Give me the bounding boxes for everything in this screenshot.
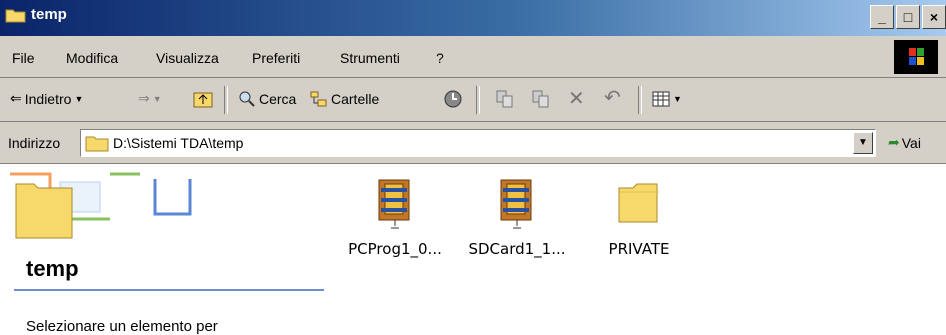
zip-archive-icon (500, 179, 532, 229)
chevron-down-icon: ▼ (74, 93, 84, 104)
folder-icon (85, 136, 109, 152)
folder-item[interactable]: PRIVATE (584, 174, 694, 284)
chevron-down-icon: ▼ (673, 94, 682, 104)
back-button[interactable]: ⇐ Indietro ▼ (10, 90, 83, 107)
zip-archive-icon (378, 179, 410, 229)
address-dropdown-button[interactable]: ▼ (853, 132, 873, 154)
toolbar: ⇐ Indietro ▼ ⇒ ▼ Cerca Cartelle ✕ ↶ ▼ (0, 78, 946, 122)
go-label: Vai (901, 134, 921, 151)
folder-icon (618, 183, 659, 223)
menu-visualizza[interactable]: Visualizza (156, 50, 219, 66)
folders-tree-icon (310, 91, 327, 107)
address-path: D:\Sistemi TDA\temp (113, 135, 244, 151)
go-button[interactable]: ➦ Vai (888, 134, 921, 151)
address-input[interactable]: D:\Sistemi TDA\temp ▼ (80, 129, 876, 157)
menu-modifica[interactable]: Modifica (66, 50, 118, 66)
copy-to-icon[interactable] (530, 88, 552, 110)
folders-button[interactable]: Cartelle (310, 90, 379, 108)
address-bar: Indirizzo D:\Sistemi TDA\temp ▼ ➦ Vai (0, 122, 946, 164)
move-to-icon[interactable] (494, 88, 516, 110)
history-icon[interactable] (442, 88, 464, 110)
folder-view: temp Selezionare un elemento per PCProg1… (0, 164, 946, 335)
sidebar-description: Selezionare un elemento per (26, 318, 218, 335)
search-button[interactable]: Cerca (238, 90, 296, 108)
file-name: SDCard1_1... (468, 240, 566, 258)
back-label: Indietro (24, 90, 72, 107)
menu-bar: File Modifica Visualizza Preferiti Strum… (0, 36, 946, 78)
forward-button[interactable]: ⇒ ▼ (138, 90, 162, 107)
search-label: Cerca (259, 91, 297, 107)
search-icon (239, 91, 255, 107)
chevron-down-icon: ▼ (152, 93, 162, 104)
undo-icon[interactable]: ↶ (604, 85, 621, 110)
minimize-button[interactable]: _ (870, 5, 894, 29)
menu-help[interactable]: ? (436, 50, 444, 66)
divider (14, 289, 324, 291)
file-item[interactable]: SDCard1_1... (462, 174, 572, 284)
file-name: PCProg1_0... (348, 240, 442, 258)
file-item[interactable]: PCProg1_0... (340, 174, 450, 284)
back-arrow-icon: ⇐ (10, 90, 22, 106)
delete-icon[interactable]: ✕ (568, 86, 585, 111)
views-button[interactable]: ▼ (652, 90, 682, 108)
close-button[interactable]: × (922, 5, 946, 29)
folders-label: Cartelle (331, 91, 380, 107)
folder-title: temp (26, 256, 79, 281)
menu-preferiti[interactable]: Preferiti (252, 50, 300, 66)
views-grid-icon (652, 91, 670, 107)
menu-file[interactable]: File (12, 50, 35, 66)
title-bar: temp _ □ × (0, 0, 946, 36)
up-folder-icon[interactable] (192, 88, 214, 110)
forward-arrow-icon: ⇒ (138, 90, 150, 106)
address-label: Indirizzo (8, 135, 61, 151)
folder-icon (5, 9, 26, 23)
folder-name: PRIVATE (608, 240, 670, 258)
menu-strumenti[interactable]: Strumenti (340, 50, 400, 66)
window-title: temp (31, 6, 67, 23)
maximize-button[interactable]: □ (896, 5, 920, 29)
go-arrow-icon: ➦ (888, 134, 900, 150)
windows-logo-icon (894, 40, 938, 74)
